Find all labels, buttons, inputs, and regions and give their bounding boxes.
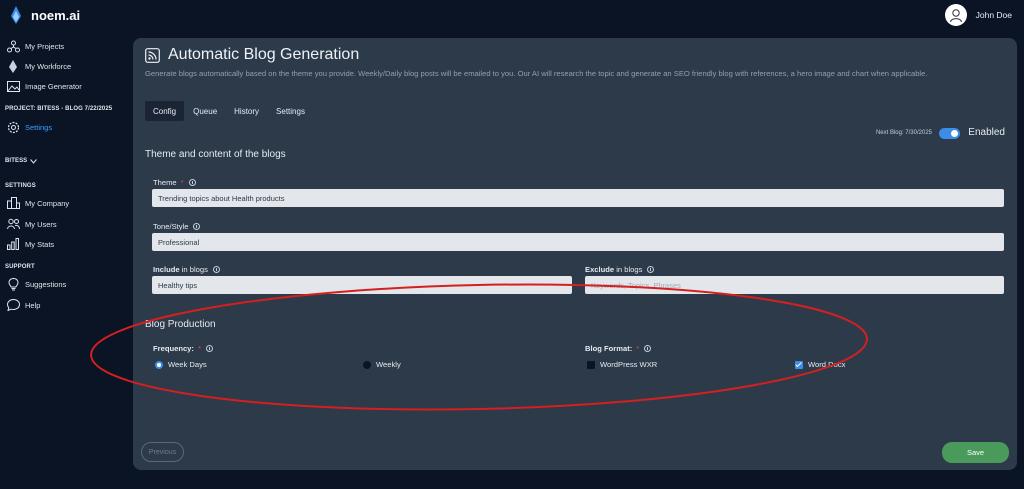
projects-icon — [6, 39, 20, 53]
sidebar-item-label: Settings — [25, 122, 53, 132]
checkbox-unchecked[interactable] — [587, 360, 595, 369]
sidebar-item-my-stats[interactable]: My Stats — [6, 236, 54, 252]
frequency-weekly-radio[interactable]: Weekly — [363, 360, 401, 369]
option-label: Week Days — [168, 360, 207, 369]
sidebar-item-my-company[interactable]: My Company — [6, 195, 69, 211]
sidebar-item-label: Help — [25, 300, 41, 310]
format-wordpress-checkbox[interactable]: WordPress WXR — [587, 360, 657, 369]
tone-label-text: Tone/Style — [153, 222, 189, 231]
sidebar-item-my-workforce[interactable]: My Workforce — [6, 58, 71, 74]
sidebar-item-project-settings[interactable]: Settings — [6, 119, 52, 135]
info-icon[interactable] — [205, 345, 213, 352]
tab-bar: Config Queue History Settings — [145, 101, 314, 121]
info-icon[interactable] — [647, 266, 655, 273]
option-label: Word Docx — [808, 360, 846, 369]
include-label-rest: in blogs — [179, 265, 208, 274]
frequency-label-text: Frequency: — [153, 344, 194, 353]
sidebar-item-help[interactable]: Help — [6, 297, 40, 313]
chevron-down-icon — [30, 158, 38, 164]
stats-icon — [6, 237, 20, 251]
sidebar-item-suggestions[interactable]: Suggestions — [6, 276, 66, 292]
checkbox-checked[interactable] — [795, 360, 803, 369]
page-header: Automatic Blog Generation — [145, 46, 359, 64]
sidebar-item-label: Image Generator — [25, 81, 82, 91]
include-input[interactable]: Healthy tips — [152, 276, 572, 294]
gear-icon — [6, 120, 20, 134]
app-logo[interactable]: noem.ai — [10, 6, 80, 24]
theme-input[interactable]: Trending topics about Health products — [152, 189, 1004, 207]
sidebar-item-my-users[interactable]: My Users — [6, 216, 57, 232]
sidebar-item-label: My Workforce — [25, 61, 72, 71]
support-heading: SUPPORT — [5, 264, 35, 270]
info-icon[interactable] — [644, 345, 652, 352]
account-dropdown-label: BITESS — [5, 158, 28, 164]
tab-queue[interactable]: Queue — [185, 101, 225, 121]
project-heading: PROJECT: BITESS - BLOG 7/22/2025 — [5, 106, 113, 112]
exclude-label: Exclude in blogs — [585, 265, 655, 274]
top-bar: noem.ai John Doe — [0, 0, 1024, 32]
info-icon[interactable] — [188, 179, 196, 186]
app-brand-name: noem.ai — [31, 7, 81, 23]
radio-unselected[interactable] — [363, 360, 371, 369]
tone-input[interactable]: Professional — [152, 233, 1004, 251]
sidebar-item-label: My Users — [25, 219, 57, 229]
page-description: Generate blogs automatically based on th… — [145, 69, 928, 78]
sidebar-item-my-projects[interactable]: My Projects — [6, 38, 64, 54]
chat-bubble-icon — [6, 298, 20, 312]
theme-section-title: Theme and content of the blogs — [145, 149, 286, 160]
sidebar-item-label: Suggestions — [25, 279, 67, 289]
tab-config[interactable]: Config — [145, 101, 185, 121]
tab-history[interactable]: History — [226, 101, 267, 121]
previous-button[interactable]: Previous — [141, 442, 184, 462]
format-label: Blog Format: * — [585, 344, 652, 353]
format-docx-checkbox[interactable]: Word Docx — [795, 360, 845, 369]
sidebar-item-label: My Projects — [25, 41, 65, 51]
option-label: WordPress WXR — [600, 360, 658, 369]
theme-label-text: Theme — [153, 178, 177, 187]
required-marker: * — [197, 344, 201, 353]
user-menu[interactable]: John Doe — [944, 4, 1012, 26]
blog-generation-panel: Automatic Blog Generation Generate blogs… — [133, 38, 1017, 470]
exclude-label-bold: Exclude — [585, 265, 615, 274]
enabled-label: Enabled — [968, 127, 1005, 138]
tone-label: Tone/Style — [153, 222, 201, 231]
lightbulb-icon — [6, 277, 20, 291]
image-icon — [6, 79, 20, 93]
workforce-icon — [6, 59, 20, 73]
avatar[interactable] — [944, 4, 967, 26]
exclude-input[interactable]: Keywords, Topics, Phrases — [585, 276, 1004, 294]
frequency-label: Frequency: * — [153, 344, 213, 353]
rss-icon — [145, 47, 160, 63]
sidebar-item-label: My Company — [25, 198, 70, 208]
sidebar-item-image-generator[interactable]: Image Generator — [6, 78, 82, 94]
logo-flame-icon — [11, 6, 21, 24]
save-button[interactable]: Save — [942, 442, 1009, 463]
enabled-toggle[interactable] — [939, 128, 960, 139]
users-icon — [6, 217, 20, 231]
include-label-bold: Include — [153, 265, 180, 274]
radio-selected[interactable] — [155, 360, 163, 369]
user-avatar-icon — [949, 9, 962, 23]
info-icon[interactable] — [212, 266, 220, 273]
account-dropdown[interactable]: BITESS — [5, 158, 38, 164]
company-icon — [6, 196, 20, 210]
theme-label: Theme * — [153, 178, 196, 187]
user-name: John Doe — [975, 10, 1012, 20]
next-blog-date: Next Blog: 7/30/2025 — [875, 130, 932, 136]
frequency-weekdays-radio[interactable]: Week Days — [155, 360, 207, 369]
info-icon[interactable] — [193, 223, 201, 230]
tab-settings[interactable]: Settings — [268, 101, 313, 121]
option-label: Weekly — [376, 360, 401, 369]
format-label-text: Blog Format: — [585, 344, 633, 353]
production-section-title: Blog Production — [145, 319, 216, 330]
required-marker: * — [636, 344, 640, 353]
exclude-label-rest: in blogs — [614, 265, 643, 274]
settings-heading: SETTINGS — [5, 183, 36, 189]
sidebar-item-label: My Stats — [25, 239, 55, 249]
include-label: Include in blogs — [153, 265, 220, 274]
required-marker: * — [180, 178, 184, 187]
page-title: Automatic Blog Generation — [168, 46, 360, 63]
